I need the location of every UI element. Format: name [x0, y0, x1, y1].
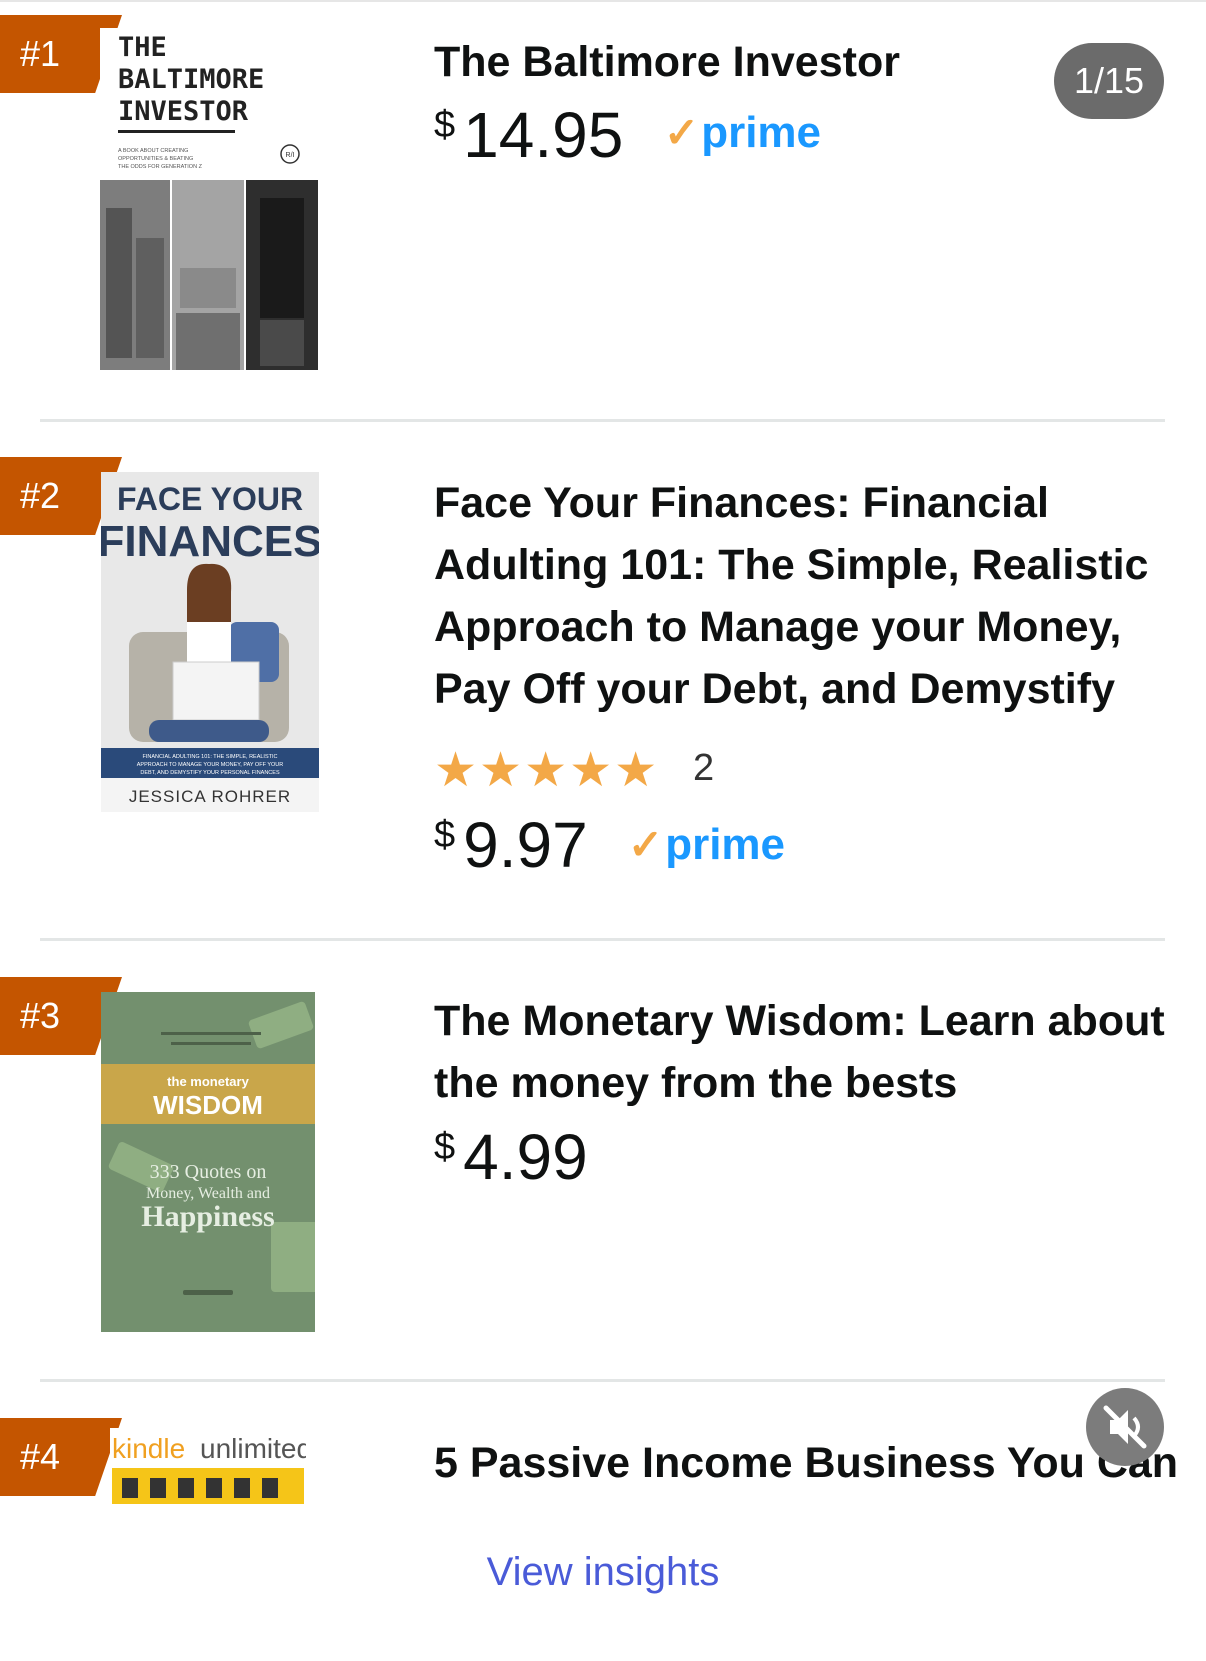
price-amount: 9.97 [463, 809, 588, 881]
mute-button[interactable] [1086, 1388, 1164, 1466]
cover-art: THE BALTIMORE INVESTOR A BOOK ABOUT CREA… [100, 28, 318, 370]
rating-stars[interactable]: ★★★★★ [434, 742, 659, 798]
prime-badge-2: ✓prime [628, 820, 785, 870]
prime-check-icon: ✓ [628, 821, 664, 868]
book-cover-monetary-wisdom[interactable]: the monetary WISDOM 333 Quotes on Money,… [101, 992, 315, 1332]
kindle-brand: kindle [112, 1433, 185, 1464]
star-icon: ★ [614, 744, 660, 797]
prime-check-icon: ✓ [664, 109, 700, 156]
cover-subtitle-3: THE ODDS FOR GENERATION Z [118, 164, 203, 170]
star-icon: ★ [479, 744, 525, 797]
divider [40, 1379, 1165, 1382]
star-icon: ★ [569, 744, 615, 797]
currency-symbol: $ [434, 1126, 456, 1168]
product-title-3[interactable]: The Monetary Wisdom: Learn about the mon… [434, 990, 1174, 1114]
price-1: $14.95 [434, 98, 623, 172]
book-cover-passive-income[interactable]: kindle unlimited [110, 1428, 306, 1504]
story-counter: 1/15 [1054, 43, 1164, 119]
cover-blurb-1: FINANCIAL ADULTING 101: THE SIMPLE, REAL… [143, 754, 278, 760]
cover-title-line-3: INVESTOR [118, 96, 249, 127]
prime-badge-1: ✓prime [664, 108, 821, 158]
rank-badge-4: #4 [0, 1418, 122, 1496]
cover-art: kindle unlimited [110, 1428, 306, 1504]
prime-label: prime [701, 108, 822, 157]
top-border [0, 0, 1206, 2]
currency-symbol: $ [434, 104, 456, 146]
book-cover-face-your-finances[interactable]: FACE YOUR FINANCES FINANCIAL ADULTING 10… [101, 472, 319, 812]
cover-subtitle-2: OPPORTUNITIES & BEATING [118, 156, 193, 162]
cover-blurb-2: APPROACH TO MANAGE YOUR MONEY, PAY OFF Y… [137, 762, 284, 768]
cover-small-title: the monetary [167, 1074, 249, 1089]
cover-quote-3: Happiness [141, 1200, 274, 1233]
product-title-2[interactable]: Face Your Finances: Financial Adulting 1… [434, 472, 1174, 720]
cover-art: the monetary WISDOM 333 Quotes on Money,… [101, 992, 315, 1332]
product-title-4[interactable]: 5 Passive Income Business You Can [434, 1432, 1178, 1494]
cover-big-title: WISDOM [153, 1090, 263, 1120]
cover-title-line-1: THE [118, 32, 167, 63]
star-icon: ★ [434, 744, 480, 797]
price-3: $4.99 [434, 1120, 588, 1194]
price-amount: 4.99 [463, 1121, 588, 1193]
cover-subtitle-1: A BOOK ABOUT CREATING [118, 148, 188, 154]
price-amount: 14.95 [463, 99, 624, 171]
speaker-muted-icon [1103, 1405, 1147, 1449]
book-cover-baltimore-investor[interactable]: THE BALTIMORE INVESTOR A BOOK ABOUT CREA… [100, 28, 318, 370]
divider [40, 938, 1165, 941]
cover-blurb-3: DEBT, AND DEMYSTIFY YOUR PERSONAL FINANC… [140, 770, 280, 776]
prime-label: prime [665, 820, 786, 869]
divider [40, 419, 1165, 422]
currency-symbol: $ [434, 814, 456, 856]
cover-title-line-2: BALTIMORE [118, 64, 264, 95]
rating-count[interactable]: 2 [693, 747, 714, 790]
cover-line-1: FACE YOUR [117, 481, 303, 517]
cover-line-2: FINANCES [101, 517, 319, 566]
price-2: $9.97 [434, 808, 588, 882]
cover-quote-1: 333 Quotes on [150, 1161, 267, 1183]
view-insights-link[interactable]: View insights [0, 1550, 1206, 1595]
cover-author: JESSICA ROHRER [129, 787, 291, 806]
unlimited-brand: unlimited [200, 1433, 306, 1464]
star-icon: ★ [524, 744, 570, 797]
cover-art: FACE YOUR FINANCES FINANCIAL ADULTING 10… [101, 472, 319, 812]
cover-logo: R/I [286, 152, 295, 159]
